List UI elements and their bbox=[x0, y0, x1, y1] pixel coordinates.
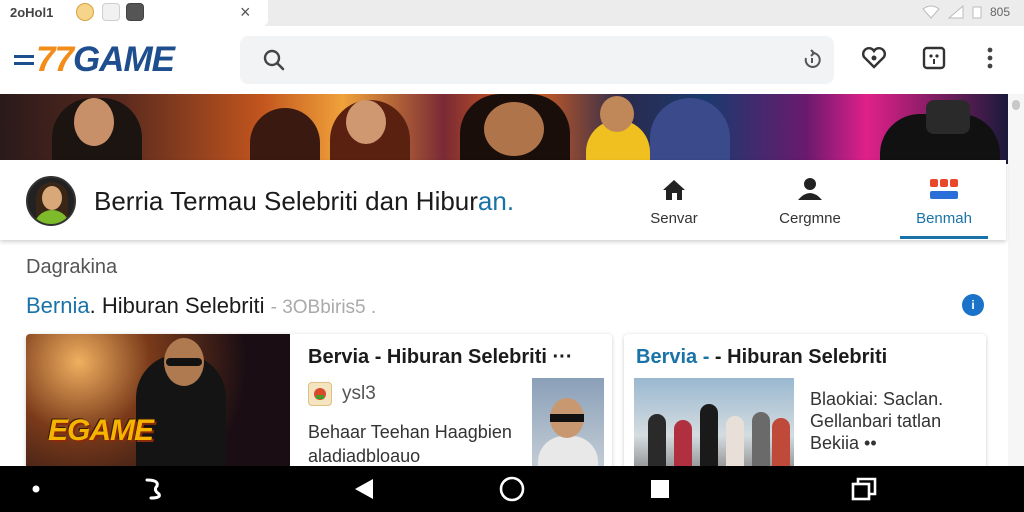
card-side-thumbnail[interactable] bbox=[532, 378, 604, 474]
site-logo[interactable]: 77GAME bbox=[14, 40, 175, 80]
back-icon bbox=[355, 479, 373, 499]
card-thumbnail[interactable]: EGAME bbox=[26, 334, 290, 474]
profile-nav-card: Berria Termau Selebriti dan Hiburan. Sen… bbox=[0, 160, 1006, 240]
tabs-button[interactable] bbox=[920, 44, 948, 72]
card-description: Behaar Teehan Haagbien aladiadbloauo bbox=[308, 422, 512, 466]
favorite-button[interactable] bbox=[860, 44, 888, 72]
game-logo: EGAME bbox=[48, 414, 154, 447]
heart-icon bbox=[861, 46, 887, 69]
section-heading: Bernia. Hiburan Selebriti - 3OBbiris5 . bbox=[26, 293, 377, 318]
signal-icon bbox=[947, 5, 964, 19]
logo-mark bbox=[14, 51, 34, 69]
search-bar[interactable] bbox=[240, 36, 834, 84]
card-thumbnail[interactable] bbox=[634, 378, 794, 474]
info-icon[interactable]: i bbox=[962, 294, 984, 316]
card-title[interactable]: Bervia - - Hiburan Selebriti bbox=[636, 346, 887, 369]
home-icon bbox=[663, 180, 685, 200]
dot-icon bbox=[26, 466, 46, 512]
page-title: Berria Termau Selebriti dan Hiburan. bbox=[94, 186, 515, 216]
app-icon bbox=[102, 3, 120, 21]
card-title[interactable]: Bervia - Hiburan Selebriti ··· bbox=[308, 346, 573, 369]
status-bar: 2oHol1 × 805 bbox=[0, 0, 1024, 26]
person-icon bbox=[798, 178, 822, 200]
tab-benmah[interactable]: Benmah bbox=[894, 172, 994, 234]
stop-button[interactable] bbox=[640, 466, 680, 512]
status-clock: 805 bbox=[989, 5, 1010, 19]
status-icons: 805 bbox=[922, 5, 1010, 19]
more-vert-icon bbox=[987, 47, 993, 69]
home-button[interactable] bbox=[492, 466, 532, 512]
system-nav-bar bbox=[0, 466, 1024, 512]
browser-toolbar: 77GAME bbox=[0, 26, 1024, 94]
tab-cergmne[interactable]: Cergmne bbox=[760, 172, 860, 234]
section-caption: Dagrakina bbox=[26, 256, 118, 278]
banner-face bbox=[74, 98, 114, 146]
back-button[interactable] bbox=[344, 466, 384, 512]
scrollbar-thumb[interactable] bbox=[1012, 100, 1020, 110]
card-meta: ysl3 bbox=[308, 382, 376, 406]
card-description: Blaokiai: Saclan. Gellanbari tatlan Beki… bbox=[810, 389, 944, 453]
game-icon bbox=[126, 3, 144, 21]
banner-face bbox=[484, 102, 544, 156]
coin-icon bbox=[76, 3, 94, 21]
refresh-icon[interactable] bbox=[800, 48, 824, 72]
home-circle-icon bbox=[499, 476, 525, 502]
news-card[interactable]: Bervia - - Hiburan Selebriti Blaokiai: S… bbox=[624, 334, 986, 474]
square-icon bbox=[651, 480, 669, 498]
avatar[interactable] bbox=[26, 176, 76, 226]
camera-icon bbox=[926, 100, 970, 134]
banner-figure bbox=[650, 98, 730, 164]
menu-button[interactable] bbox=[976, 44, 1004, 72]
recents-button[interactable] bbox=[844, 466, 884, 512]
browser-tab[interactable]: 2oHol1 × bbox=[0, 0, 268, 26]
banner-figure bbox=[250, 108, 320, 164]
scrollbar[interactable] bbox=[1008, 94, 1024, 466]
tab-senvar[interactable]: Senvar bbox=[624, 172, 724, 234]
close-tab-icon[interactable]: × bbox=[240, 1, 251, 23]
wifi-icon bbox=[922, 5, 940, 19]
banner-face bbox=[346, 100, 386, 144]
search-icon[interactable] bbox=[262, 48, 286, 72]
banner-face bbox=[600, 96, 634, 132]
tab-switcher-icon bbox=[922, 46, 946, 70]
news-card[interactable]: EGAME Bervia - Hiburan Selebriti ··· ysl… bbox=[26, 334, 612, 474]
status-time: 2oHol1 bbox=[10, 5, 54, 20]
battery-icon bbox=[972, 6, 982, 19]
card-meta-text: ysl3 bbox=[342, 383, 376, 404]
source-icon bbox=[308, 382, 332, 406]
gesture-icon[interactable] bbox=[136, 466, 172, 512]
logo-text: 77GAME bbox=[36, 40, 175, 79]
grid-icon bbox=[930, 179, 958, 199]
active-tab-indicator bbox=[900, 236, 988, 239]
recents-icon bbox=[851, 477, 877, 501]
celebrity-banner[interactable] bbox=[0, 94, 1008, 164]
